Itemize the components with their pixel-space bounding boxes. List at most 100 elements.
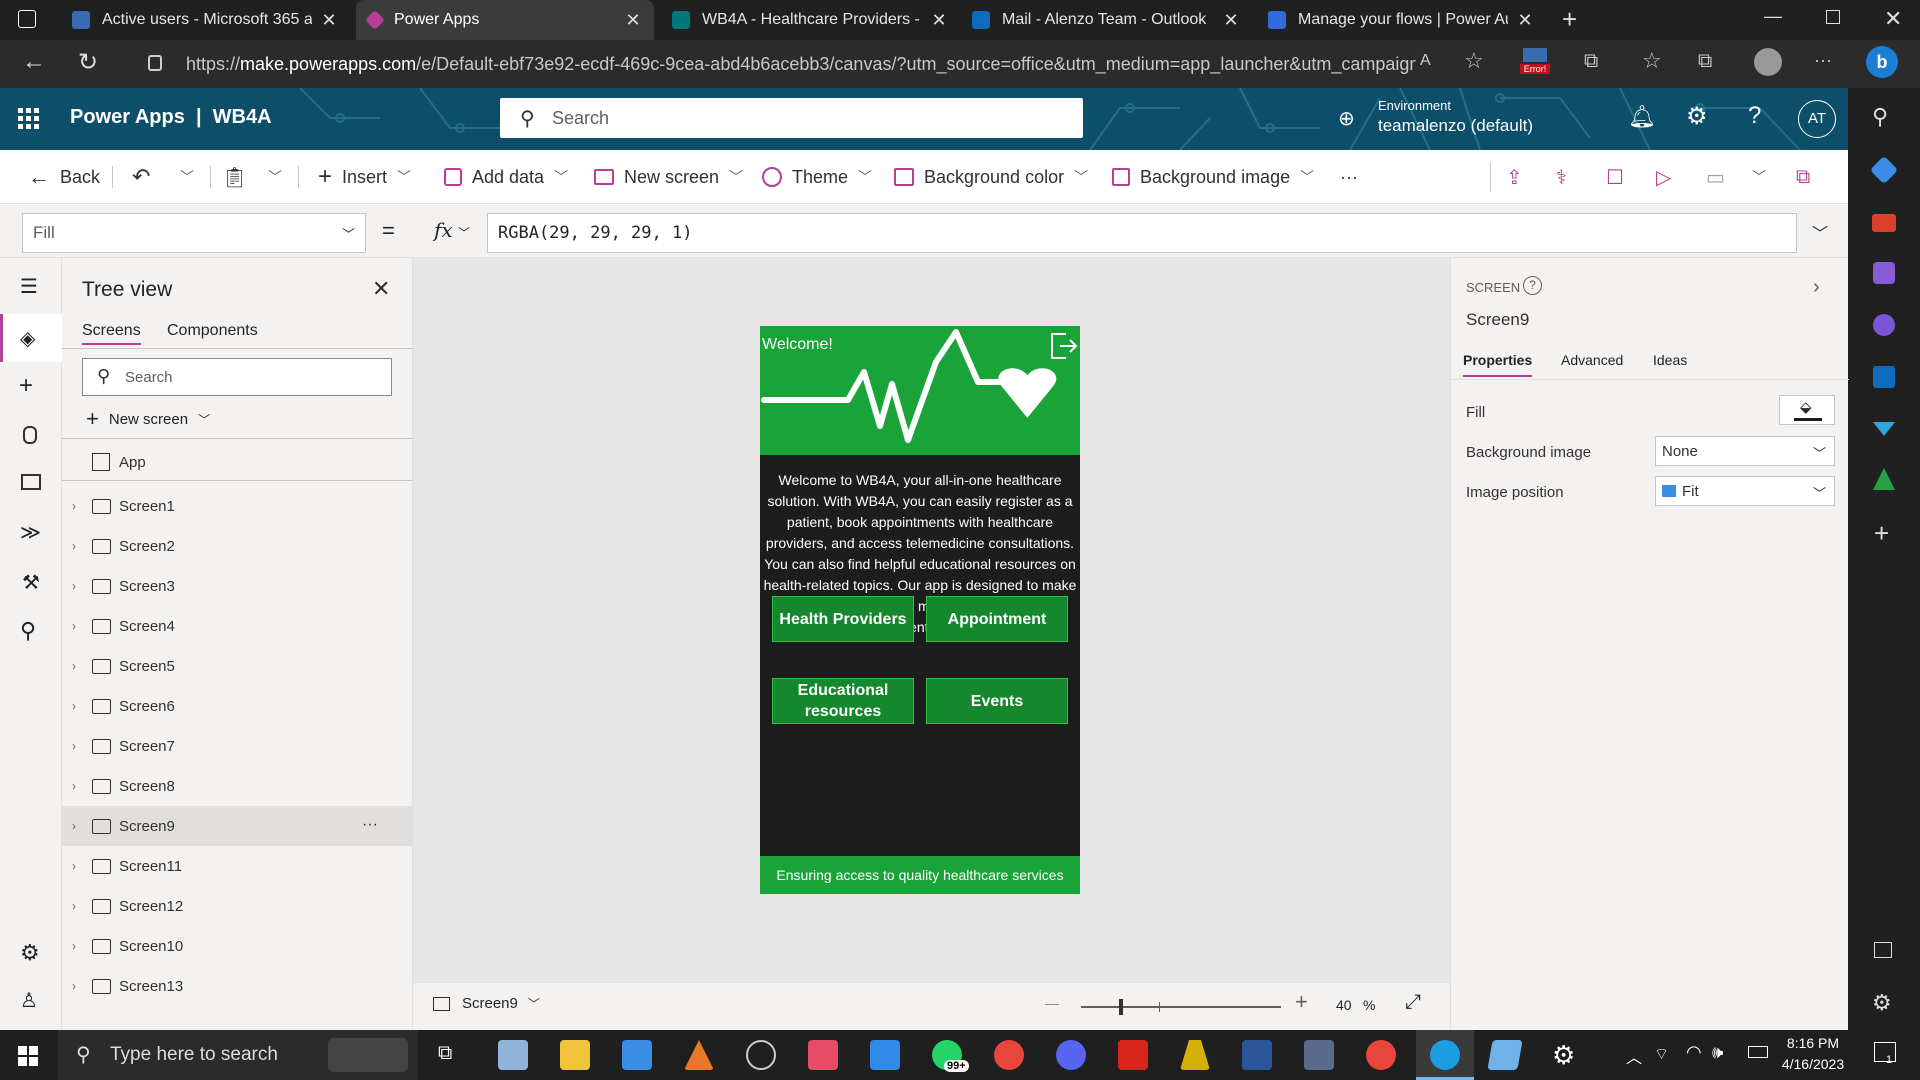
tree-item-screen[interactable]: › Screen3 (62, 566, 413, 606)
toolbox-icon[interactable] (1872, 214, 1896, 232)
share-icon[interactable]: ⇪ (1506, 150, 1523, 204)
save-dropdown-icon[interactable]: ﹀ (1752, 150, 1766, 204)
tree-search-input[interactable]: ⚲ Search (82, 358, 392, 396)
tab-wb4a-sharepoint[interactable]: WB4A - Healthcare Providers - A ✕ (660, 0, 960, 40)
search-icon[interactable]: ⚲ (1872, 104, 1888, 130)
collapse-panel-icon[interactable]: › (1813, 276, 1820, 299)
publish-icon[interactable]: ⧉ (1796, 150, 1810, 204)
notification-center-icon[interactable] (1874, 1042, 1896, 1062)
tree-item-screen[interactable]: › Screen10 (62, 926, 413, 966)
close-icon[interactable]: ✕ (372, 276, 390, 302)
chevron-right-icon[interactable]: › (72, 979, 76, 993)
expand-formula-icon[interactable]: ﹀ (1812, 220, 1828, 244)
background-image-button[interactable]: Background image ﹀ (1112, 150, 1314, 204)
chevron-right-icon[interactable]: › (72, 779, 76, 793)
power-automate-rail-icon[interactable]: ≫ (20, 520, 41, 545)
vscode-icon[interactable] (870, 1040, 900, 1070)
zoom-slider-thumb[interactable] (1119, 999, 1123, 1015)
clock-date[interactable]: 4/16/2023 (1776, 1056, 1850, 1072)
tab-advanced[interactable]: Advanced (1561, 352, 1623, 368)
refresh-icon[interactable]: ↻ (78, 48, 98, 77)
close-icon[interactable]: ✕ (1222, 10, 1240, 31)
paste-dropdown-icon[interactable]: ﹀ (268, 150, 282, 204)
back-arrow-icon[interactable]: ← (22, 48, 46, 76)
formula-input[interactable]: RGBA(29, 29, 29, 1) (487, 213, 1797, 253)
insert-rail-icon[interactable]: + (19, 372, 33, 400)
sidebar-toggle-icon[interactable] (1874, 942, 1892, 958)
tree-item-screen[interactable]: › Screen4 (62, 606, 413, 646)
settings-more-icon[interactable]: ··· (1814, 50, 1832, 71)
battery-icon[interactable] (1748, 1046, 1768, 1058)
tab-power-automate[interactable]: Manage your flows | Power Auto ✕ (1256, 0, 1546, 40)
chevron-right-icon[interactable]: › (72, 659, 76, 673)
chevron-right-icon[interactable]: › (72, 699, 76, 713)
tree-item-screen[interactable]: › Screen9 ··· (62, 806, 413, 846)
gear-icon[interactable]: ⚙ (1872, 990, 1892, 1016)
appointment-button[interactable]: Appointment (926, 596, 1068, 642)
collections-icon[interactable]: ⧉ (1698, 50, 1712, 73)
folder-icon[interactable] (560, 1040, 590, 1070)
chrome-icon[interactable] (994, 1040, 1024, 1070)
paste-icon[interactable]: 📋︎ (222, 150, 247, 204)
undo-dropdown-icon[interactable]: ﹀ (180, 150, 194, 204)
tree-item-screen[interactable]: › Screen7 (62, 726, 413, 766)
profile-avatar[interactable] (1754, 48, 1782, 76)
app-a-icon[interactable] (1180, 1040, 1210, 1070)
tab-outlook[interactable]: Mail - Alenzo Team - Outlook ✕ (960, 0, 1252, 40)
obs-icon[interactable] (746, 1040, 776, 1070)
bell-icon[interactable]: 🔔︎ (1628, 104, 1656, 130)
chevron-right-icon[interactable]: › (72, 859, 76, 873)
hamburger-icon[interactable]: ☰ (20, 274, 38, 299)
events-button[interactable]: Events (926, 678, 1068, 724)
tree-item-screen[interactable]: › Screen12 (62, 886, 413, 926)
tab-ideas[interactable]: Ideas (1653, 352, 1687, 368)
close-icon[interactable]: ✕ (1516, 10, 1534, 31)
clock-time[interactable]: 8:16 PM (1784, 1035, 1842, 1051)
outlook-icon[interactable] (1873, 366, 1895, 388)
taskbar-search-input[interactable]: ⚲ Type here to search (58, 1030, 418, 1080)
tree-item-screen[interactable]: › Screen6 (62, 686, 413, 726)
tag-icon[interactable] (1869, 155, 1899, 185)
task-view-icon[interactable]: ⧉ (438, 1042, 452, 1065)
educational-resources-button[interactable]: Educational resources (772, 678, 914, 724)
selected-name[interactable]: Screen9 (1466, 310, 1529, 330)
user-avatar[interactable]: AT (1798, 100, 1836, 138)
app-title[interactable]: Power Apps | WB4A (70, 106, 272, 129)
chevron-right-icon[interactable]: › (72, 539, 76, 553)
tree-item-screen[interactable]: › Screen11 (62, 846, 413, 886)
tree-item-screen[interactable]: › Screen13 (62, 966, 413, 1006)
app-screen-preview[interactable]: Welcome! Welcome to WB4A, your all-in-on… (760, 326, 1080, 894)
word-icon[interactable] (1242, 1040, 1272, 1070)
more-options-button[interactable]: ··· (362, 816, 378, 834)
windows-start-icon[interactable] (18, 1046, 38, 1066)
games-icon[interactable] (1873, 262, 1895, 284)
tree-item-screen[interactable]: › Screen2 (62, 526, 413, 566)
app-image-icon[interactable] (1304, 1040, 1334, 1070)
chrome-profile-icon[interactable] (1366, 1040, 1396, 1070)
background-image-dropdown[interactable]: None ﹀ (1655, 436, 1835, 466)
add-data-button[interactable]: Add data ﹀ (444, 150, 568, 204)
tree-item-screen[interactable]: › Screen5 (62, 646, 413, 686)
new-tab-button[interactable]: + (1562, 4, 1577, 35)
chevron-up-icon[interactable]: ︿ (1626, 1044, 1642, 1068)
tab-components[interactable]: Components (167, 322, 258, 340)
chevron-right-icon[interactable]: › (72, 499, 76, 513)
data-rail-icon[interactable] (23, 426, 37, 444)
save-icon[interactable]: ▭ (1706, 150, 1725, 204)
close-window-button[interactable]: ✕ (1884, 6, 1902, 32)
new-screen-tree-button[interactable]: + New screen ﹀ (86, 404, 210, 434)
copilot-icon[interactable] (1873, 314, 1895, 336)
add-favorite-icon[interactable]: ☆ (1464, 48, 1484, 74)
search-rail-icon[interactable]: ⚲ (20, 618, 36, 644)
theme-button[interactable]: Theme ﹀ (762, 150, 872, 204)
edge-taskbar-button[interactable] (1416, 1030, 1474, 1080)
close-icon[interactable]: ✕ (624, 10, 642, 31)
favorites-icon[interactable]: ☆ (1642, 48, 1662, 74)
chevron-right-icon[interactable]: › (72, 619, 76, 633)
clickup-icon[interactable] (808, 1040, 838, 1070)
gear-icon[interactable]: ⚙ (1552, 1040, 1575, 1071)
notepad-icon[interactable] (1487, 1040, 1523, 1070)
more-commands-button[interactable]: ··· (1340, 150, 1358, 204)
tree-item-screen[interactable]: › Screen1 (62, 486, 413, 526)
waffle-icon[interactable] (18, 108, 39, 129)
